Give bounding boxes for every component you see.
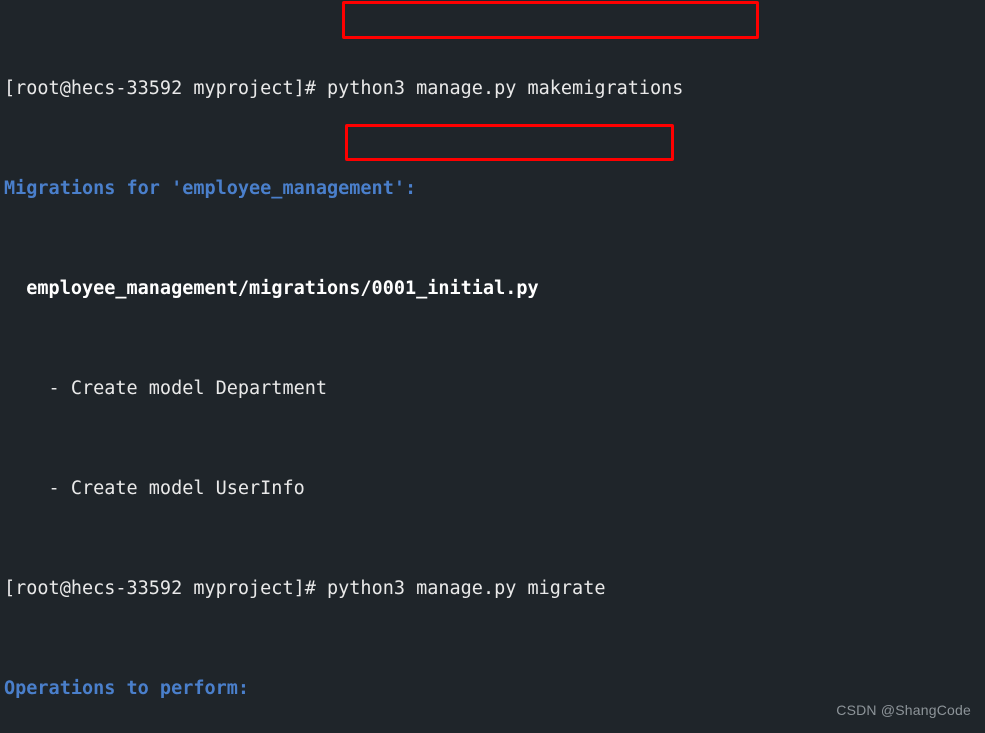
migration-file-name: employee_management/migrations/0001_init… (26, 278, 539, 299)
migrations-for-header: Migrations for 'employee_management': (4, 178, 417, 199)
command-migrate: python3 manage.py migrate (327, 578, 606, 599)
create-model-department: - Create model Department (4, 378, 328, 399)
shell-prompt: [root@hecs-33592 myproject]# (4, 578, 328, 599)
terminal-screen: [root@hecs-33592 myproject]# python3 man… (4, 1, 985, 733)
shell-prompt: [root@hecs-33592 myproject]# (4, 78, 328, 99)
create-model-userinfo: - Create model UserInfo (4, 478, 305, 499)
watermark: CSDN @ShangCode (836, 702, 971, 718)
terminal-window: [root@hecs-33592 myproject]# python3 man… (0, 0, 985, 733)
prompt-line-migrate: [root@hecs-33592 myproject]# python3 man… (4, 576, 985, 601)
migration-file-path: employee_management/migrations/0001_init… (4, 276, 985, 301)
prompt-line-makemigrations: [root@hecs-33592 myproject]# python3 man… (4, 76, 985, 101)
command-makemigrations: python3 manage.py makemigrations (327, 78, 684, 99)
